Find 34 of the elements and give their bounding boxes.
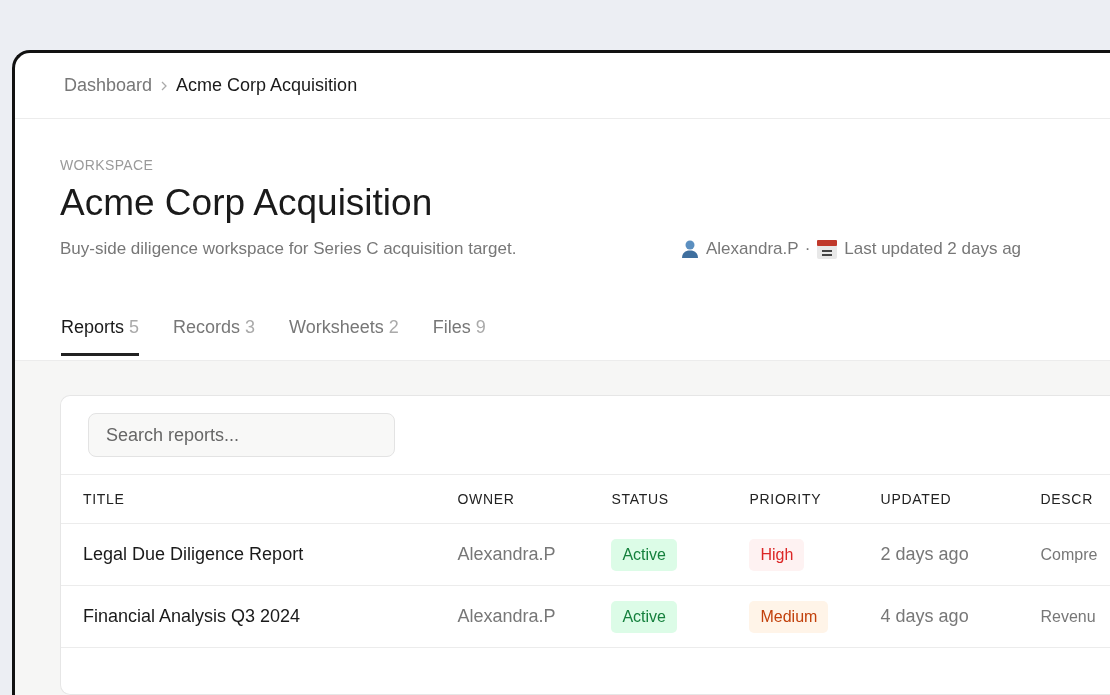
calendar-icon	[816, 238, 839, 261]
breadcrumb-link[interactable]: Dashboard	[64, 72, 153, 100]
tab[interactable]: Files 9	[432, 313, 486, 356]
tab[interactable]: Worksheets 2	[289, 313, 399, 356]
report-title: Financial Analysis Q3 2024	[83, 606, 301, 626]
priority-badge: High	[749, 538, 805, 571]
status-badge: Active	[611, 600, 677, 633]
column-header: OWNER	[457, 491, 515, 507]
report-title: Legal Due Diligence Report	[83, 544, 304, 564]
column-header: UPDATED	[880, 491, 952, 507]
workspace-label: WORKSPACE	[60, 156, 154, 176]
tab[interactable]: Reports 5	[61, 313, 140, 356]
last-updated: Last updated 2 days ag	[844, 238, 1022, 261]
person-icon	[680, 239, 700, 260]
description-cell: Compre	[1040, 545, 1098, 563]
tab[interactable]: Records 3	[173, 313, 256, 356]
owner-cell: Alexandra.P	[457, 544, 556, 564]
search-field[interactable]: Search reports...	[88, 413, 395, 457]
breadcrumb-current: Acme Corp Acquisition	[176, 74, 358, 98]
column-header: STATUS	[611, 491, 669, 507]
separator-dot: ·	[804, 238, 811, 261]
description-cell: Revenu	[1040, 607, 1096, 625]
owner-name: Alexandra.P	[706, 238, 799, 261]
column-header: TITLE	[83, 491, 125, 507]
status-badge: Active	[611, 538, 677, 571]
owner-cell: Alexandra.P	[457, 606, 556, 626]
updated-cell: 2 days ago	[880, 544, 969, 564]
priority-badge: Medium	[749, 600, 829, 633]
updated-cell: 4 days ago	[880, 606, 969, 626]
workspace-description: Buy-side diligence workspace for Series C acquisition target.	[60, 238, 518, 261]
column-header: PRIORITY	[749, 491, 822, 507]
column-header: DESCR	[1040, 491, 1093, 507]
page-title: Acme Corp Acquisition	[60, 181, 433, 226]
chevron-icon	[160, 80, 169, 91]
